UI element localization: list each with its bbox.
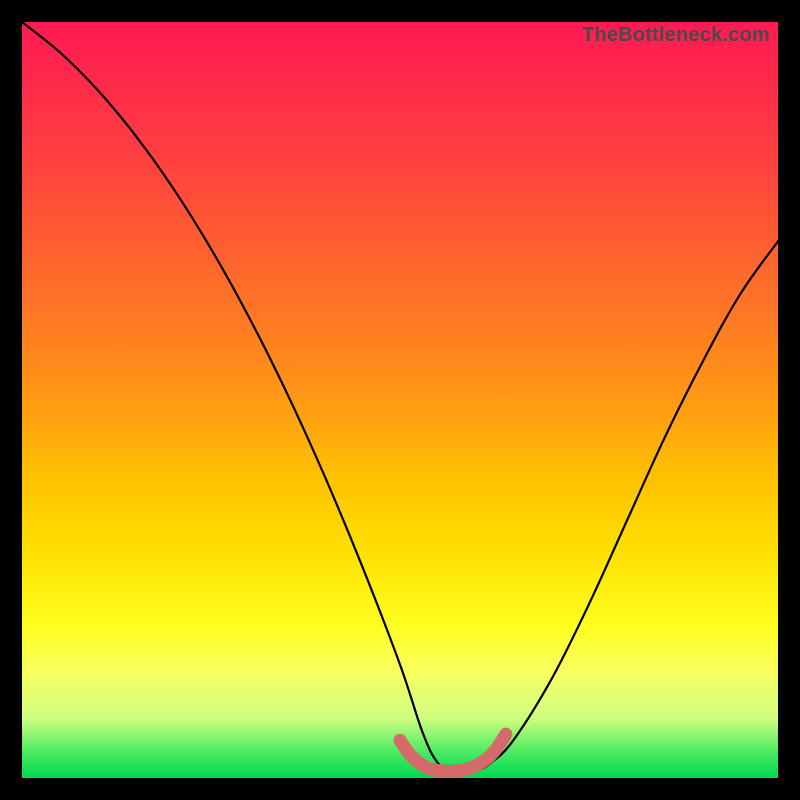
optimal-zone-marker	[400, 734, 506, 771]
watermark-text: TheBottleneck.com	[582, 24, 770, 47]
chart-svg	[22, 22, 778, 778]
chart-container: TheBottleneck.com	[0, 0, 800, 800]
plot-area: TheBottleneck.com	[22, 22, 778, 778]
bottleneck-curve	[22, 22, 778, 771]
